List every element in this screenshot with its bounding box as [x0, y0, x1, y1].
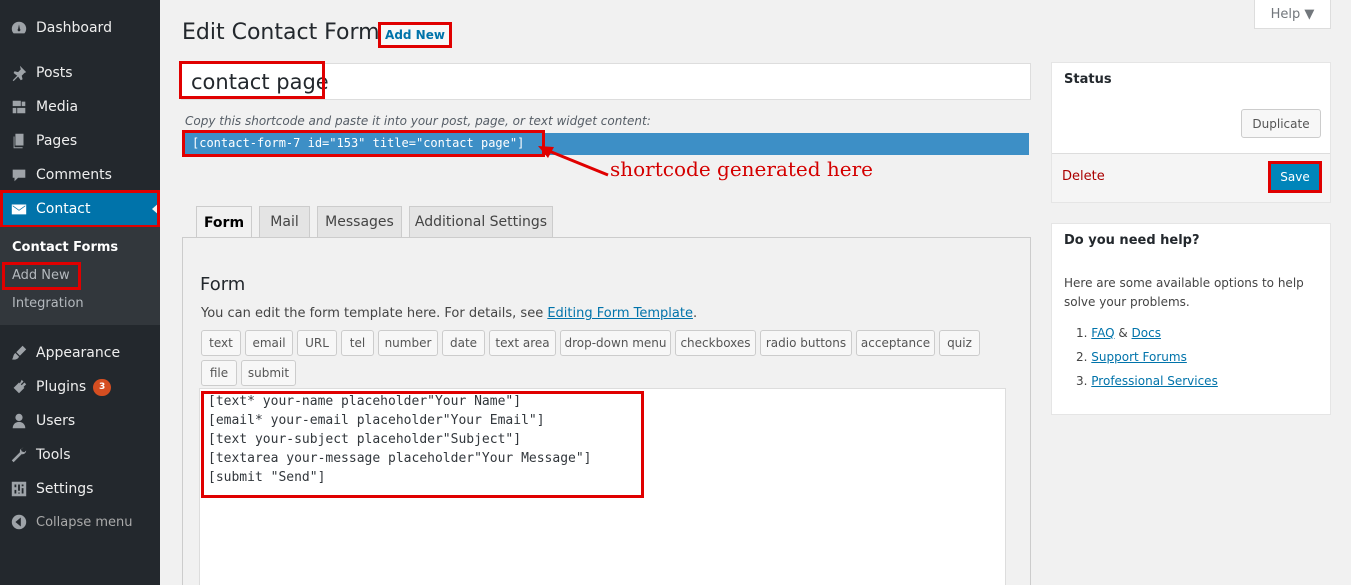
sidebar-item-label: Comments: [36, 167, 112, 183]
collapse-menu-button[interactable]: Collapse menu: [0, 505, 160, 539]
sidebar-item-label: Plugins: [36, 379, 87, 395]
code-line: [email* your-email placeholder"Your Emai…: [208, 413, 545, 428]
tag-button-checkboxes[interactable]: checkboxes: [675, 330, 756, 356]
tag-button-tel[interactable]: tel: [341, 330, 374, 356]
collapse-label: Collapse menu: [36, 514, 133, 530]
sidebar-item-dashboard[interactable]: Dashboard: [0, 11, 160, 45]
sidebar-item-label: Posts: [36, 65, 73, 81]
help-tab-button[interactable]: Help ▼: [1254, 0, 1331, 29]
panel-desc-suffix: .: [692, 306, 698, 321]
tag-button-text[interactable]: text: [201, 330, 241, 356]
comment-icon: [9, 165, 29, 185]
tag-button-submit[interactable]: submit: [241, 360, 296, 386]
tab-mail[interactable]: Mail: [259, 206, 310, 238]
tab-messages[interactable]: Messages: [317, 206, 402, 238]
sidebar-item-contact[interactable]: Contact: [0, 192, 160, 226]
page-title: Edit Contact Form: [182, 20, 380, 45]
sidebar-item-label: Dashboard: [36, 20, 112, 36]
sidebar-item-appearance[interactable]: Appearance: [0, 336, 160, 370]
submenu-add-new[interactable]: Add New: [12, 268, 70, 283]
help-description: Here are some available options to help …: [1064, 276, 1304, 309]
sidebar-item-users[interactable]: Users: [0, 404, 160, 438]
tag-button-number[interactable]: number: [378, 330, 438, 356]
tag-button-dropdown[interactable]: drop-down menu: [560, 330, 671, 356]
tag-button-acceptance[interactable]: acceptance: [856, 330, 935, 356]
settings-icon: [9, 479, 29, 499]
dashboard-icon: [9, 18, 29, 38]
sidebar-item-label: Settings: [36, 481, 94, 497]
support-forums-link[interactable]: Support Forums: [1091, 350, 1187, 364]
tab-form[interactable]: Form: [196, 206, 252, 239]
shortcode-text: [contact-form-7 id="153" title="contact …: [192, 136, 525, 150]
delete-link[interactable]: Delete: [1062, 169, 1105, 184]
save-button[interactable]: Save: [1268, 161, 1322, 193]
sidebar-item-label: Pages: [36, 133, 78, 149]
panel-desc-text: You can edit the form template here. For…: [201, 306, 548, 321]
list-number: 3.: [1076, 374, 1088, 388]
plugin-icon: [9, 377, 29, 397]
professional-services-link[interactable]: Professional Services: [1091, 374, 1218, 388]
help-list-item: 1. FAQ & Docs: [1076, 326, 1161, 340]
panel-title: Form: [200, 274, 246, 295]
form-title-input[interactable]: [181, 63, 1031, 100]
sidebar-item-label: Appearance: [36, 345, 121, 361]
wrench-icon: [9, 445, 29, 465]
sidebar-item-media[interactable]: Media: [0, 90, 160, 124]
collapse-icon: [9, 512, 29, 532]
brush-icon: [9, 343, 29, 363]
status-title: Status: [1064, 72, 1112, 87]
sidebar-item-label: Contact: [36, 201, 91, 217]
tag-button-file[interactable]: file: [201, 360, 237, 386]
tag-button-quiz[interactable]: quiz: [939, 330, 980, 356]
duplicate-button[interactable]: Duplicate: [1241, 109, 1321, 138]
annotation-text: shortcode generated here: [610, 157, 874, 181]
list-number: 1.: [1076, 326, 1088, 340]
sidebar-item-pages[interactable]: Pages: [0, 124, 160, 158]
sidebar-item-label: Tools: [36, 447, 71, 463]
sidebar-item-posts[interactable]: Posts: [0, 56, 160, 90]
code-line: [textarea your-message placeholder"Your …: [208, 451, 592, 466]
docs-link[interactable]: Docs: [1132, 326, 1161, 340]
sidebar-item-label: Media: [36, 99, 79, 115]
link-separator: &: [1114, 326, 1132, 340]
faq-link[interactable]: FAQ: [1091, 326, 1114, 340]
tag-button-date[interactable]: date: [442, 330, 485, 356]
sidebar-item-settings[interactable]: Settings: [0, 472, 160, 506]
tag-button-url[interactable]: URL: [297, 330, 337, 356]
sidebar-item-label: Users: [36, 413, 76, 429]
add-new-button[interactable]: Add New: [378, 22, 452, 48]
code-line: [submit "Send"]: [208, 470, 326, 485]
help-list-item: 3. Professional Services: [1076, 374, 1218, 388]
tag-button-email[interactable]: email: [245, 330, 293, 356]
pages-icon: [9, 131, 29, 151]
panel-description: You can edit the form template here. For…: [201, 306, 697, 321]
list-number: 2.: [1076, 350, 1088, 364]
tab-additional-settings[interactable]: Additional Settings: [409, 206, 553, 238]
sidebar-item-plugins[interactable]: Plugins 3: [0, 370, 160, 404]
mail-icon: [9, 199, 29, 219]
admin-sidebar: Dashboard Posts Media Pages Comments Con…: [0, 0, 160, 585]
submenu-integration[interactable]: Integration: [12, 296, 84, 311]
editing-template-link[interactable]: Editing Form Template: [547, 306, 693, 321]
code-line: [text* your-name placeholder"Your Name"]: [208, 394, 522, 409]
help-title: Do you need help?: [1064, 233, 1200, 248]
media-icon: [9, 97, 29, 117]
code-line: [text your-subject placeholder"Subject"]: [208, 432, 522, 447]
annotation-arrow-icon: [538, 146, 609, 177]
update-count-badge: 3: [93, 378, 112, 396]
users-icon: [9, 411, 29, 431]
sidebar-item-tools[interactable]: Tools: [0, 438, 160, 472]
help-list-item: 2. Support Forums: [1076, 350, 1187, 364]
tag-button-textarea[interactable]: text area: [489, 330, 556, 356]
submenu-contact-forms[interactable]: Contact Forms: [12, 240, 118, 255]
tag-button-radio[interactable]: radio buttons: [760, 330, 852, 356]
sidebar-item-comments[interactable]: Comments: [0, 158, 160, 192]
shortcode-hint: Copy this shortcode and paste it into yo…: [185, 114, 651, 128]
pin-icon: [9, 63, 29, 83]
